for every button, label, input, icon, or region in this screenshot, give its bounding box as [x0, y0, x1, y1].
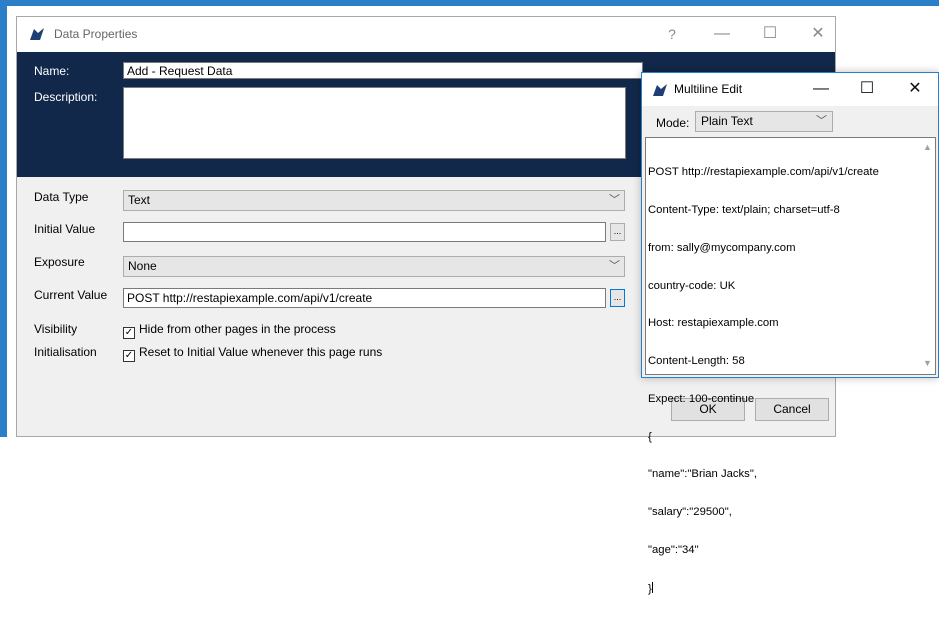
- name-input[interactable]: [123, 62, 643, 79]
- text-caret: [651, 581, 653, 593]
- maximize-button[interactable]: ☐: [755, 22, 785, 46]
- exposure-label: Exposure: [34, 255, 85, 269]
- app-logo-icon: [652, 83, 668, 100]
- window-title: Data Properties: [54, 27, 138, 41]
- hide-from-other-pages-checkbox[interactable]: ✓ Hide from other pages in the process: [123, 322, 336, 339]
- scroll-up-icon[interactable]: ▲: [920, 142, 935, 152]
- visibility-label: Visibility: [34, 322, 78, 336]
- text-line: "salary":"29500",: [648, 506, 732, 519]
- multiline-edit-dialog: Multiline Edit — ☐ ✕ Mode: Plain Text ﹀ …: [641, 72, 939, 595]
- text-line: "age":"34": [648, 544, 699, 556]
- mode-select[interactable]: Plain Text ﹀: [695, 111, 833, 132]
- exposure-value: None: [128, 259, 157, 273]
- initialisation-check-label: Reset to Initial Value whenever this pag…: [139, 345, 383, 359]
- current-value-input[interactable]: POST http://restapiexample.com/api/v1/cr…: [123, 288, 606, 308]
- current-value-label: Current Value: [34, 288, 108, 302]
- multiline-minimize-button[interactable]: —: [806, 77, 836, 101]
- data-type-label: Data Type: [34, 190, 89, 204]
- description-label: Description:: [34, 90, 98, 104]
- desktop-background-left: [0, 0, 7, 437]
- desktop-background-top: [0, 0, 939, 6]
- title-bar[interactable]: Data Properties ? — ☐ ✕: [17, 17, 835, 52]
- text-line: Host: restapiexample.com: [648, 317, 779, 330]
- data-type-value: Text: [128, 193, 151, 207]
- multiline-content: POST http://restapiexample.com/api/v1/cr…: [648, 141, 916, 621]
- multiline-title-bar[interactable]: Multiline Edit — ☐ ✕: [642, 73, 938, 106]
- text-line: country-code: UK: [648, 279, 736, 292]
- exposure-select[interactable]: None ﹀: [123, 256, 625, 277]
- name-label: Name:: [34, 64, 70, 78]
- text-line: "name":"Brian Jacks",: [648, 468, 757, 481]
- checkmark-icon[interactable]: ✓: [123, 350, 135, 362]
- scroll-down-icon[interactable]: ▼: [920, 358, 935, 368]
- mode-label: Mode:: [656, 116, 690, 130]
- visibility-check-label: Hide from other pages in the process: [139, 322, 336, 336]
- minimize-button[interactable]: —: [707, 22, 737, 46]
- initialisation-label: Initialisation: [34, 345, 97, 359]
- app-logo-icon: [29, 27, 45, 44]
- current-value-text: POST http://restapiexample.com/api/v1/cr…: [127, 291, 373, 305]
- mode-value: Plain Text: [701, 114, 753, 128]
- description-textarea[interactable]: ▲ ▼: [123, 87, 726, 159]
- multiline-close-button[interactable]: ✕: [900, 77, 930, 101]
- multiline-maximize-button[interactable]: ☐: [852, 77, 882, 101]
- initial-value-ellipsis-button[interactable]: ...: [610, 223, 625, 241]
- text-line-last: }: [648, 581, 916, 596]
- text-line: from: sally@mycompany.com: [648, 241, 796, 254]
- text-line: Content-Length: 58: [648, 355, 745, 368]
- close-button[interactable]: ✕: [803, 22, 833, 46]
- chevron-down-icon: ﹀: [609, 260, 620, 272]
- multiline-textarea[interactable]: POST http://restapiexample.com/api/v1/cr…: [645, 137, 936, 595]
- multiline-scrollbar[interactable]: ▲ ▼: [920, 138, 935, 374]
- text-line: POST http://restapiexample.com/api/v1/cr…: [648, 166, 879, 179]
- help-button[interactable]: ?: [657, 22, 687, 46]
- initial-value-input[interactable]: [123, 222, 606, 242]
- initial-value-label: Initial Value: [34, 222, 96, 236]
- data-type-select[interactable]: Text ﹀: [123, 190, 625, 211]
- chevron-down-icon: ﹀: [609, 194, 620, 206]
- chevron-down-icon: ﹀: [816, 115, 827, 127]
- multiline-title: Multiline Edit: [674, 82, 743, 96]
- text-line: Expect: 100-continue: [648, 392, 755, 405]
- current-value-ellipsis-button[interactable]: ...: [610, 289, 625, 307]
- text-line: Content-Type: text/plain; charset=utf-8: [648, 203, 840, 216]
- reset-to-initial-checkbox[interactable]: ✓ Reset to Initial Value whenever this pa…: [123, 345, 382, 362]
- checkmark-icon[interactable]: ✓: [123, 327, 135, 339]
